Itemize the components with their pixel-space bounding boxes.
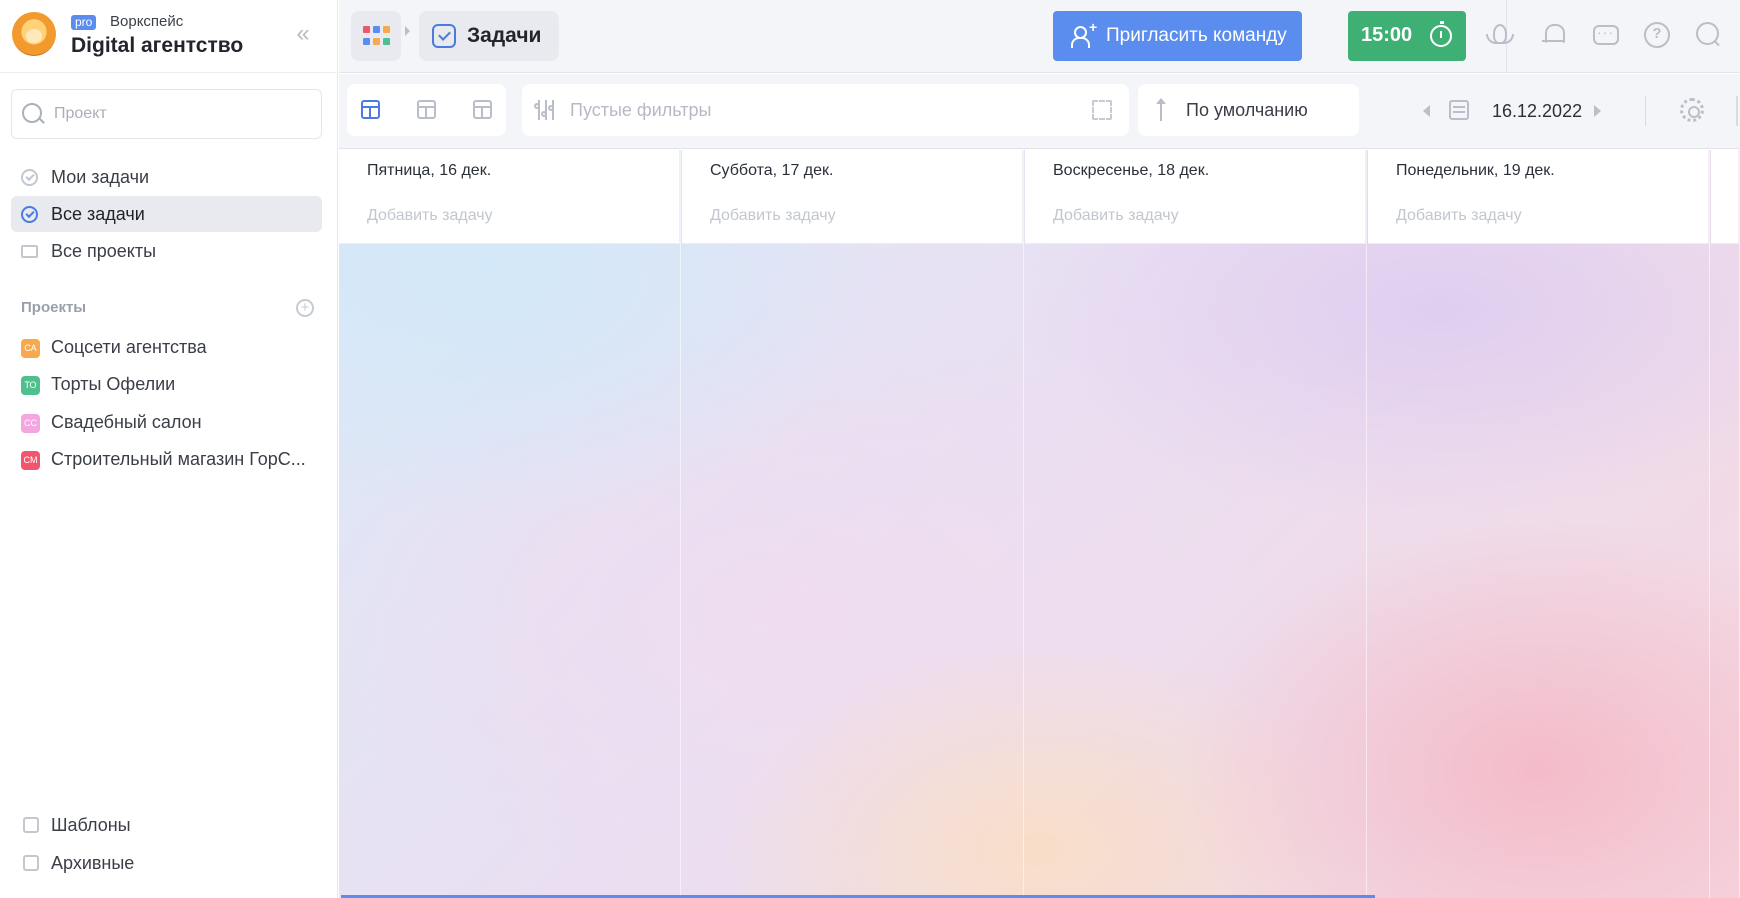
- sidebar-item-my-tasks[interactable]: Мои задачи: [11, 159, 322, 195]
- search-icon: [22, 103, 42, 123]
- add-project-icon[interactable]: +: [296, 299, 314, 317]
- project-label: Соцсети агентства: [51, 337, 207, 357]
- sidebar-item-label: Мои задачи: [51, 167, 150, 187]
- sidebar-item-archive[interactable]: Архивные: [11, 846, 322, 880]
- invite-team-label: Пригласить команду: [1106, 25, 1287, 46]
- project-label: Строительный магазин ГорС...: [51, 449, 306, 469]
- date-next-icon[interactable]: [1594, 105, 1601, 117]
- apps-grid-icon: [363, 26, 390, 46]
- plan-badge: pro: [71, 15, 97, 30]
- sort-label: По умолчанию: [1186, 100, 1308, 120]
- sidebar: pro Воркспейс Digital агентство « Мои за…: [0, 0, 338, 898]
- folder-icon: [21, 245, 38, 258]
- help-icon[interactable]: [1644, 22, 1670, 48]
- breadcrumb-arrow-icon: [405, 26, 410, 36]
- project-badge: СА: [21, 339, 40, 358]
- project-item[interactable]: СС Свадебный салон: [11, 405, 322, 439]
- filters-field[interactable]: Пустые фильтры: [522, 84, 1129, 136]
- sidebar-item-all-projects[interactable]: Все проекты: [11, 233, 322, 269]
- day-title: Воскресенье, 18 дек.: [1053, 162, 1210, 179]
- list-view-button[interactable]: [469, 96, 497, 124]
- day-title: Понедельник, 19 дек.: [1396, 162, 1555, 179]
- view-switcher: [347, 84, 506, 136]
- project-badge: СМ: [21, 451, 40, 470]
- day-column: [1711, 150, 1740, 898]
- day-column: Пятница, 16 дек. Добавить задачу: [339, 150, 681, 898]
- gear-icon[interactable]: [1680, 98, 1704, 122]
- apps-button[interactable]: [351, 11, 401, 61]
- table-view-icon: [417, 100, 436, 119]
- day-header: [1711, 150, 1739, 244]
- day-column: Суббота, 17 дек. Добавить задачу: [682, 150, 1024, 898]
- sort-icon: [1156, 98, 1166, 121]
- project-badge: СС: [21, 414, 40, 433]
- timer-value: 15:00: [1361, 24, 1413, 46]
- day-header: Воскресенье, 18 дек. Добавить задачу: [1025, 150, 1366, 244]
- workspace-title: Digital агентство: [71, 34, 244, 57]
- project-item[interactable]: ТО Торты Офелии: [11, 367, 322, 401]
- stopwatch-icon: [1430, 21, 1452, 47]
- day-title: Суббота, 17 дек.: [710, 162, 834, 179]
- project-search[interactable]: [11, 89, 322, 139]
- project-badge: ТО: [21, 376, 40, 395]
- project-label: Торты Офелии: [51, 374, 176, 394]
- search-input[interactable]: [54, 102, 304, 126]
- check-circle-icon: [21, 206, 38, 223]
- project-item[interactable]: СА Соцсети агентства: [11, 330, 322, 364]
- lotus-icon[interactable]: [1486, 22, 1514, 48]
- check-circle-icon: [21, 169, 38, 186]
- sidebar-item-label: Шаблоны: [51, 815, 131, 835]
- day-title: Пятница, 16 дек.: [367, 162, 492, 179]
- calendar-icon[interactable]: [1449, 100, 1469, 120]
- archive-icon: [23, 855, 39, 871]
- calendar-view-icon: [361, 100, 380, 119]
- add-task-link[interactable]: Добавить задачу: [1053, 207, 1179, 225]
- table-view-button[interactable]: [413, 96, 441, 124]
- projects-heading: Проекты: [21, 299, 87, 316]
- project-item[interactable]: СМ Строительный магазин ГорС...: [11, 442, 322, 476]
- check-square-icon: [432, 24, 456, 48]
- list-view-icon: [473, 100, 492, 119]
- sort-dropdown[interactable]: По умолчанию: [1138, 84, 1359, 136]
- sidebar-item-label: Архивные: [51, 853, 135, 873]
- toolbar: Пустые фильтры По умолчанию 16.12.2022: [339, 74, 1740, 149]
- day-header: Пятница, 16 дек. Добавить задачу: [339, 150, 680, 244]
- sidebar-item-label: Все задачи: [51, 204, 145, 224]
- add-task-link[interactable]: Добавить задачу: [710, 207, 836, 225]
- workspace-header[interactable]: pro Воркспейс Digital агентство «: [0, 0, 338, 73]
- add-task-link[interactable]: Добавить задачу: [1396, 207, 1522, 225]
- day-header: Суббота, 17 дек. Добавить задачу: [682, 150, 1023, 244]
- chevrons-left-icon[interactable]: «: [290, 22, 316, 48]
- day-column: Понедельник, 19 дек. Добавить задачу: [1368, 150, 1710, 898]
- search-icon[interactable]: [1696, 22, 1722, 48]
- calendar-view-button[interactable]: [357, 96, 385, 124]
- project-label: Свадебный салон: [51, 412, 202, 432]
- date-prev-icon[interactable]: [1423, 105, 1430, 117]
- invite-team-button[interactable]: + Пригласить команду: [1053, 11, 1302, 61]
- sidebar-item-label: Все проекты: [51, 241, 157, 261]
- filters-label: Пустые фильтры: [570, 100, 712, 120]
- day-column: Воскресенье, 18 дек. Добавить задачу: [1025, 150, 1367, 898]
- timer-button[interactable]: 15:00: [1348, 11, 1466, 61]
- divider: [1736, 96, 1738, 126]
- divider: [1645, 96, 1646, 126]
- page-title: Задачи: [467, 24, 542, 47]
- current-date[interactable]: 16.12.2022: [1492, 101, 1582, 122]
- sidebar-item-templates[interactable]: Шаблоны: [11, 808, 322, 842]
- sidebar-item-all-tasks[interactable]: Все задачи: [11, 196, 322, 232]
- add-task-link[interactable]: Добавить задачу: [367, 207, 493, 225]
- calendar-board: Пятница, 16 дек. Добавить задачу Суббота…: [339, 150, 1740, 898]
- plus-icon: +: [1089, 19, 1098, 35]
- bell-icon[interactable]: [1541, 22, 1567, 48]
- breadcrumb-tasks[interactable]: Задачи: [419, 11, 559, 61]
- top-bar: Задачи + Пригласить команду 15:00: [339, 0, 1740, 73]
- templates-icon: [23, 817, 39, 833]
- sliders-icon: [534, 100, 556, 120]
- workspace-label: Воркспейс: [110, 13, 184, 30]
- workspace-logo: [12, 12, 56, 56]
- day-header: Понедельник, 19 дек. Добавить задачу: [1368, 150, 1709, 244]
- chat-icon[interactable]: [1592, 22, 1619, 48]
- expand-icon[interactable]: [1092, 100, 1112, 120]
